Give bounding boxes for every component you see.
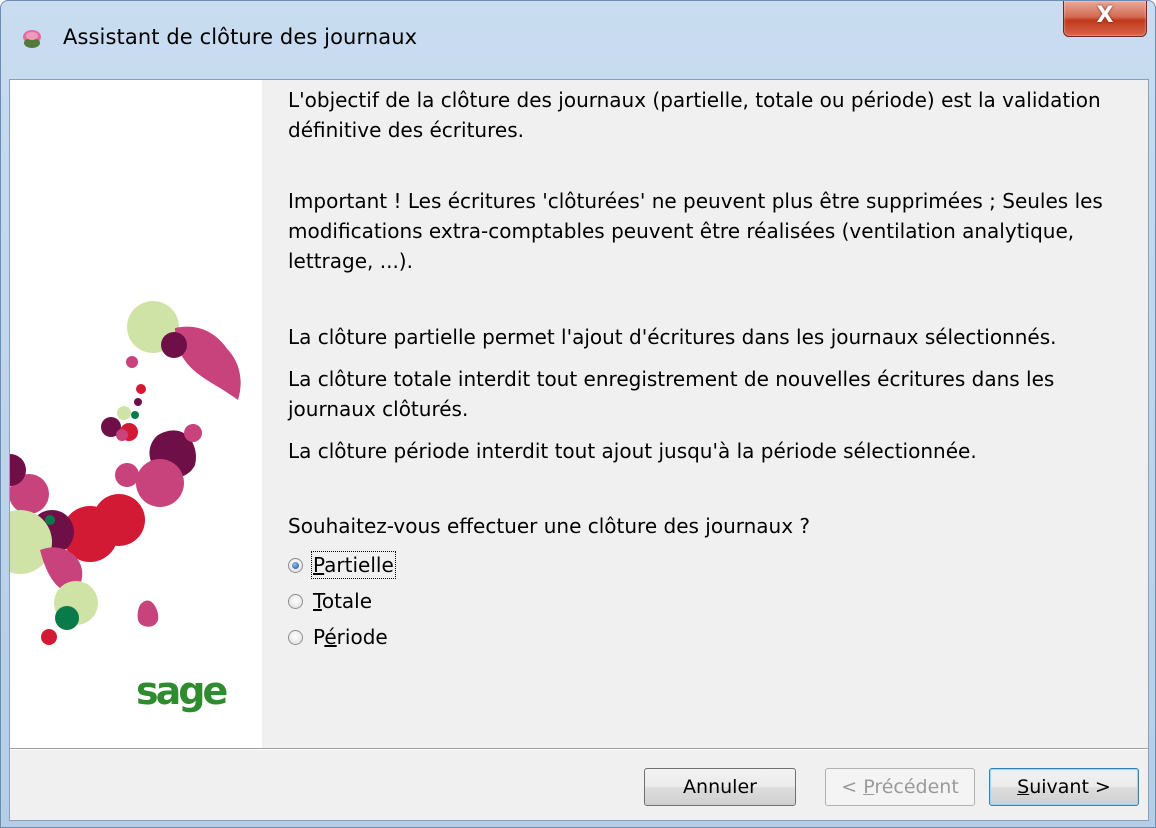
radio-period-indicator[interactable] — [288, 629, 303, 645]
cancel-button[interactable]: Annuler — [644, 768, 796, 806]
radio-total-label: Totale — [313, 589, 373, 613]
radio-partial-label: Partielle — [311, 551, 396, 579]
radio-period-label: Période — [313, 625, 388, 649]
sage-logo: sage — [136, 669, 229, 713]
window-title: Assistant de clôture des journaux — [63, 25, 418, 49]
decorative-blobs-image — [10, 301, 241, 645]
partial-description: La clôture partielle permet l'ajout d'éc… — [288, 325, 1057, 349]
side-banner: sage — [10, 80, 262, 748]
intro-text-line2: définitive des écritures. — [288, 118, 524, 142]
close-button[interactable]: X — [1063, 1, 1147, 37]
important-text-line3: lettrage, ...). — [288, 249, 413, 273]
footer-divider — [10, 748, 1148, 750]
radio-partial-indicator[interactable] — [288, 557, 303, 573]
wizard-window: Assistant de clôture des journaux X sage… — [0, 0, 1156, 828]
important-text-line2: modifications extra-comptables peuvent ê… — [288, 219, 1075, 243]
closing-question: Souhaitez-vous effectuer une clôture des… — [288, 514, 811, 538]
intro-text-line1: L'objectif de la clôture des journaux (p… — [288, 88, 1101, 112]
close-icon: X — [1096, 3, 1114, 28]
total-description-line1: La clôture totale interdit tout enregist… — [288, 367, 1055, 391]
period-description: La clôture période interdit tout ajout j… — [288, 439, 977, 463]
previous-button[interactable]: < Précédent — [825, 768, 975, 806]
radio-total-indicator[interactable] — [288, 593, 303, 609]
app-icon — [23, 30, 41, 48]
wizard-body: sage L'objectif de la clôture des journa… — [9, 79, 1149, 821]
radio-total[interactable]: Totale — [288, 586, 372, 616]
title-bar[interactable]: Assistant de clôture des journaux X — [1, 1, 1155, 79]
important-text-line1: Important ! Les écritures 'clôturées' ne… — [288, 189, 1103, 213]
svg-text:sage: sage — [136, 669, 226, 713]
radio-period[interactable]: Période — [288, 622, 388, 652]
radio-partial[interactable]: Partielle — [288, 550, 396, 580]
total-description-line2: journaux clôturés. — [288, 397, 469, 421]
next-button[interactable]: Suivant > — [989, 768, 1139, 806]
